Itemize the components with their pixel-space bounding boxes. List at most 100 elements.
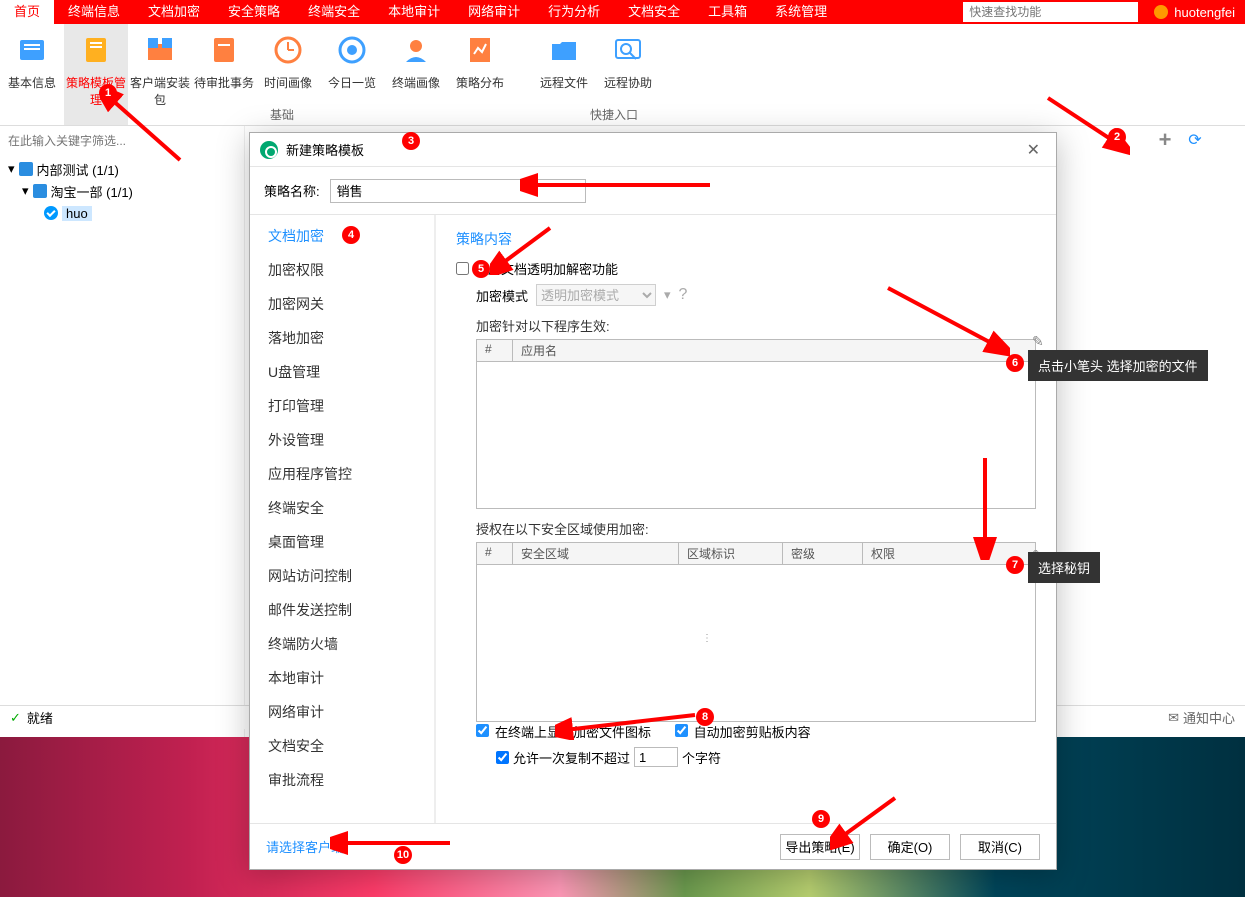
cat-network-audit[interactable]: 网络审计 [250,695,434,729]
close-button[interactable]: ✕ [1021,138,1046,162]
annotation-tooltip-6: 点击小笔头 选择加密的文件 [1028,350,1208,381]
tree-label: 淘宝一部 (1/1) [51,182,133,201]
ribbon-group-basic: 基础 [270,106,294,123]
tree-node-taobao[interactable]: ▾ 淘宝一部 (1/1) [8,180,236,202]
panel-title: 策略内容 [456,229,1036,249]
cat-approval-flow[interactable]: 审批流程 [250,763,434,797]
category-list[interactable]: 文档加密 加密权限 加密网关 落地加密 U盘管理 打印管理 外设管理 应用程序管… [250,215,436,823]
chevron-down-icon: ▾ [664,287,671,303]
check-icon [44,206,58,220]
tab-terminal-info[interactable]: 终端信息 [54,0,134,24]
add-button[interactable]: + [1155,130,1175,150]
annotation-badge-4: 4 [342,226,360,244]
annotation-badge-1: 1 [99,84,117,102]
top-menu-bar: 首页 终端信息 文档加密 安全策略 终端安全 本地审计 网络审计 行为分析 文档… [0,0,1245,24]
annotation-badge-10: 10 [394,846,412,864]
tree-label: 内部测试 (1/1) [37,160,119,179]
new-policy-template-dialog: 新建策略模板 ✕ 策略名称: 文档加密 加密权限 加密网关 落地加密 U盘管理 … [249,132,1057,870]
cat-usb-mgmt[interactable]: U盘管理 [250,355,434,389]
ribbon-policy-template[interactable]: 策略模板管理 [64,24,128,125]
cat-app-control[interactable]: 应用程序管控 [250,457,434,491]
tab-system-mgmt[interactable]: 系统管理 [761,0,841,24]
cancel-button[interactable]: 取消(C) [960,834,1040,860]
cat-peripheral-mgmt[interactable]: 外设管理 [250,423,434,457]
refresh-button[interactable]: ⟳ [1185,130,1205,150]
tree-filter-input[interactable] [0,130,244,152]
user-menu[interactable]: huotengfei [1144,0,1245,24]
resize-handle[interactable]: ⋮ [702,633,710,644]
cat-landing-encrypt[interactable]: 落地加密 [250,321,434,355]
tab-toolbox[interactable]: 工具箱 [694,0,761,24]
cat-terminal-security[interactable]: 终端安全 [250,491,434,525]
tree-label: huo [62,206,92,221]
tab-terminal-security[interactable]: 终端安全 [294,0,374,24]
annotation-badge-7: 7 [1006,556,1024,574]
cat-terminal-firewall[interactable]: 终端防火墙 [250,627,434,661]
copy-limit-input[interactable] [634,747,678,767]
cat-doc-security[interactable]: 文档安全 [250,729,434,763]
policy-name-input[interactable] [330,179,586,203]
notification-center[interactable]: ✉ 通知中心 [1168,708,1235,727]
username-label: huotengfei [1174,5,1235,20]
tab-network-audit[interactable]: 网络审计 [454,0,534,24]
edit-programs-pencil-icon[interactable]: ✎ [1032,333,1048,349]
notice-label: 通知中心 [1183,708,1235,727]
tab-local-audit[interactable]: 本地审计 [374,0,454,24]
cat-desktop-mgmt[interactable]: 桌面管理 [250,525,434,559]
tab-doc-security[interactable]: 文档安全 [614,0,694,24]
ribbon-basic-info[interactable]: 基本信息 [0,24,64,125]
tree-node-huo[interactable]: huo [8,202,236,224]
auto-encrypt-clipboard-checkbox[interactable]: 自动加密剪贴板内容 [675,725,811,740]
ribbon-policy-distribution[interactable]: 策略分布 [448,24,512,125]
zone-auth-label: 授权在以下安全区域使用加密: [476,519,1036,538]
ribbon-terminal-portrait[interactable]: 终端画像 [384,24,448,125]
group-icon [19,162,33,176]
chevron-down-icon: ▾ [8,161,15,177]
quick-search-input[interactable] [963,2,1138,22]
dialog-title: 新建策略模板 [286,140,364,159]
cat-email-control[interactable]: 邮件发送控制 [250,593,434,627]
group-icon [33,184,47,198]
tab-doc-encrypt[interactable]: 文档加密 [134,0,214,24]
annotation-badge-2: 2 [1108,128,1126,146]
check-icon: ✓ [10,710,21,726]
user-icon [1154,5,1168,19]
col-appname: 应用名 [513,340,1035,361]
annotation-badge-3: 3 [402,132,420,150]
cat-website-control[interactable]: 网站访问控制 [250,559,434,593]
ribbon-group-quick: 快捷入口 [590,106,638,123]
target-programs-label: 加密针对以下程序生效: [476,316,1036,335]
ribbon-today-overview[interactable]: 今日一览 [320,24,384,125]
show-icon-checkbox[interactable]: 在终端上显示加密文件图标 [476,725,651,740]
zcol-zone: 安全区域 [513,543,679,564]
tab-behavior[interactable]: 行为分析 [534,0,614,24]
ok-button[interactable]: 确定(O) [870,834,950,860]
ribbon-remote-file[interactable]: 远程文件 [532,24,596,125]
chevron-down-icon: ▾ [22,183,29,199]
tab-security-policy[interactable]: 安全策略 [214,0,294,24]
policy-content-panel: 策略内容 启用文档透明加解密功能 加密模式 透明加密模式 ▾ ? 加密针对以下程… [436,215,1056,823]
zcol-mark: 区域标识 [679,543,783,564]
cat-print-mgmt[interactable]: 打印管理 [250,389,434,423]
enable-encrypt-checkbox[interactable]: 启用文档透明加解密功能 [456,259,1036,278]
target-programs-grid[interactable]: # 应用名 [476,339,1036,509]
annotation-tooltip-7: 选择秘钥 [1028,552,1100,583]
export-policy-button[interactable]: 导出策略(E) [780,834,860,860]
select-client-link[interactable]: 请选择客户端 [266,837,344,856]
allow-copy-limit-checkbox[interactable]: 允许一次复制不超过 个字符 [496,747,1036,767]
ribbon-pending-approval[interactable]: 待审批事务 [192,24,256,125]
tab-home[interactable]: 首页 [0,0,54,24]
encrypt-mode-select[interactable]: 透明加密模式 [536,284,656,306]
ribbon-client-package[interactable]: 客户端安装包 [128,24,192,125]
cat-encrypt-perm[interactable]: 加密权限 [250,253,434,287]
cat-local-audit[interactable]: 本地审计 [250,661,434,695]
tree-node-internal-test[interactable]: ▾ 内部测试 (1/1) [8,158,236,180]
status-text: 就绪 [27,708,53,727]
security-zone-grid[interactable]: # 安全区域 区域标识 密级 权限 [476,542,1036,722]
help-icon[interactable]: ? [679,286,688,304]
annotation-badge-9: 9 [812,810,830,828]
cat-encrypt-gateway[interactable]: 加密网关 [250,287,434,321]
zcol-num: # [477,543,513,564]
col-num: # [477,340,513,361]
annotation-badge-6: 6 [1006,354,1024,372]
